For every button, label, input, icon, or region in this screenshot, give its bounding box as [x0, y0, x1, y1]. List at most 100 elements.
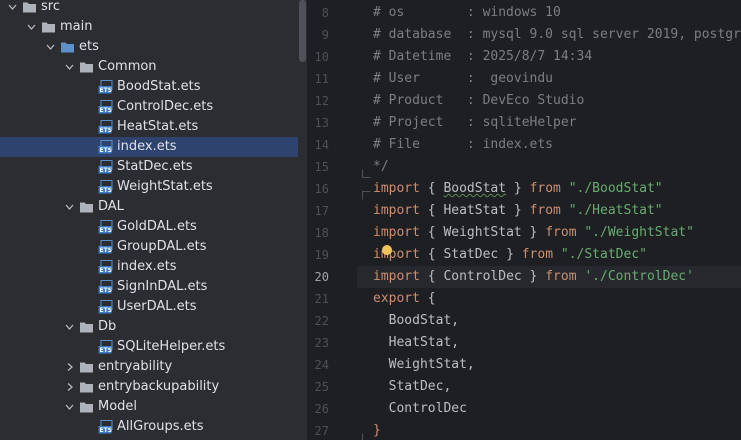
chevron-down-icon[interactable]: [65, 203, 74, 211]
tree-item-label: src: [41, 0, 60, 14]
chevron-down-icon[interactable]: [46, 43, 55, 51]
code-token: # Product : DevEco Studio: [373, 93, 585, 108]
tree-file-item[interactable]: ETS ControlDec.ets: [0, 97, 298, 117]
folder-icon: [79, 360, 94, 374]
code-line[interactable]: # File : index.ets: [373, 134, 553, 156]
line-number: 14: [314, 138, 329, 152]
code-line[interactable]: # Datetime : 2025/8/7 14:34: [373, 46, 592, 68]
code-token: './ControlDec': [584, 269, 694, 284]
code-token: "./BoodStat": [568, 181, 663, 196]
code-line[interactable]: HeatStat,: [373, 332, 459, 354]
tree-file-item[interactable]: ETS SQLiteHelper.ets: [0, 337, 298, 357]
code-token: "./StatDec": [560, 247, 647, 262]
line-number: 10: [314, 50, 329, 64]
tree-file-item[interactable]: ETS GoldDAL.ets: [0, 217, 298, 237]
tree-file-item[interactable]: ETS index.ets: [0, 257, 298, 277]
line-number: 13: [314, 116, 329, 130]
svg-text:ETS: ETS: [100, 127, 113, 134]
code-line[interactable]: ControlDec: [373, 398, 467, 420]
tree-folder-item[interactable]: src: [0, 0, 298, 17]
ets-file-icon: ETS: [98, 420, 113, 434]
code-token: from: [529, 203, 561, 218]
code-line[interactable]: WeightStat,: [373, 354, 475, 376]
tree-folder-item[interactable]: DAL: [0, 197, 298, 217]
svg-text:ETS: ETS: [100, 247, 113, 254]
code-line[interactable]: BoodStat,: [373, 310, 459, 332]
code-line[interactable]: }: [373, 420, 381, 440]
tree-folder-item[interactable]: entryability: [0, 357, 298, 377]
folder-icon: [79, 320, 94, 334]
chevron-down-icon[interactable]: [8, 3, 17, 11]
tree-file-item[interactable]: ETS GroupDAL.ets: [0, 237, 298, 257]
code-line[interactable]: import { BoodStat } from "./BoodStat": [373, 178, 663, 200]
code-token: BoodStat,: [373, 313, 460, 328]
tree-item-label: GroupDAL.ets: [117, 239, 207, 254]
tree-folder-item[interactable]: main: [0, 17, 298, 37]
chevron-down-icon[interactable]: [65, 323, 74, 331]
tree-folder-item[interactable]: entrybackupability: [0, 377, 298, 397]
tree-item-label: WeightStat.ets: [117, 179, 213, 194]
tree-file-item[interactable]: ETS WeightStat.ets: [0, 177, 298, 197]
ets-file-icon: ETS: [98, 180, 113, 194]
code-token: import: [373, 247, 420, 262]
project-tree-panel: src main ets Common ETS BoodStat.ets ETS Contro…: [0, 0, 298, 440]
project-scrollbar[interactable]: [298, 0, 307, 440]
fold-end-icon[interactable]: [362, 163, 371, 178]
tree-file-item[interactable]: ETS AllGroups.ets: [0, 417, 298, 437]
code-token: {: [419, 181, 444, 196]
tree-folder-item[interactable]: Db: [0, 317, 298, 337]
code-token: from: [545, 269, 577, 284]
code-line[interactable]: import { ControlDec } from './ControlDec…: [373, 266, 694, 288]
tree-folder-item[interactable]: Common: [0, 57, 298, 77]
chevron-down-icon[interactable]: [65, 403, 74, 411]
tree-file-item[interactable]: ETS StatDec.ets: [0, 157, 298, 177]
tree-item-label: SQLiteHelper.ets: [117, 339, 226, 354]
chevron-right-icon[interactable]: [65, 383, 74, 391]
lightbulb-icon[interactable]: [382, 245, 392, 255]
svg-text:ETS: ETS: [100, 87, 113, 94]
code-line[interactable]: # Product : DevEco Studio: [373, 90, 584, 112]
tree-file-item[interactable]: ETS SignInDAL.ets: [0, 277, 298, 297]
code-line[interactable]: */: [373, 156, 389, 178]
ets-file-icon: ETS: [98, 220, 113, 234]
code-token: WeightStat,: [373, 357, 475, 372]
code-line[interactable]: export {: [373, 288, 436, 310]
code-line[interactable]: StatDec,: [373, 376, 452, 398]
code-token: "./WeightStat": [584, 225, 694, 240]
line-number: 12: [314, 94, 329, 108]
tree-folder-item[interactable]: Model: [0, 397, 298, 417]
code-token: export: [373, 291, 420, 306]
code-line[interactable]: # os : windows 10: [373, 2, 561, 24]
code-editor[interactable]: 8 # os : windows 10 9 # database : mysql 9.…: [307, 0, 741, 440]
tree-item-label: Model: [98, 399, 138, 414]
code-token: "./HeatStat": [568, 203, 663, 218]
code-token: }: [506, 203, 530, 218]
tree-item-label: Db: [98, 319, 117, 334]
svg-text:ETS: ETS: [100, 347, 113, 354]
chevron-down-icon[interactable]: [27, 23, 36, 31]
source-folder-icon: [60, 40, 75, 54]
code-line[interactable]: import { WeightStat } from "./WeightStat…: [373, 222, 694, 244]
tree-file-item[interactable]: ETS HeatStat.ets: [0, 117, 298, 137]
tree-file-item[interactable]: ETS BoodStat.ets: [0, 77, 298, 97]
tree-folder-item[interactable]: ets: [0, 37, 298, 57]
line-number: 23: [314, 336, 329, 350]
chevron-right-icon[interactable]: [65, 363, 74, 371]
code-line[interactable]: # Project : sqliteHelper: [373, 112, 577, 134]
svg-text:ETS: ETS: [100, 307, 113, 314]
code-token: {: [419, 269, 444, 284]
code-token: from: [529, 181, 561, 196]
code-line[interactable]: import { HeatStat } from "./HeatStat": [373, 200, 663, 222]
code-token: }: [506, 181, 530, 196]
tree-file-item[interactable]: ETS index.ets: [0, 137, 298, 157]
fold-start-icon[interactable]: [362, 185, 371, 200]
chevron-down-icon[interactable]: [65, 63, 74, 71]
tree-file-item[interactable]: ETS UserDAL.ets: [0, 297, 298, 317]
scrollbar-thumb[interactable]: [299, 0, 306, 62]
code-line[interactable]: # database : mysql 9.0 sql server 2019, …: [373, 24, 741, 46]
code-line[interactable]: import { StatDec } from "./StatDec": [373, 244, 647, 266]
fold-end-icon[interactable]: [362, 427, 371, 440]
code-line[interactable]: # User : geovindu: [373, 68, 553, 90]
code-token: StatDec: [443, 247, 499, 262]
svg-text:ETS: ETS: [100, 227, 113, 234]
